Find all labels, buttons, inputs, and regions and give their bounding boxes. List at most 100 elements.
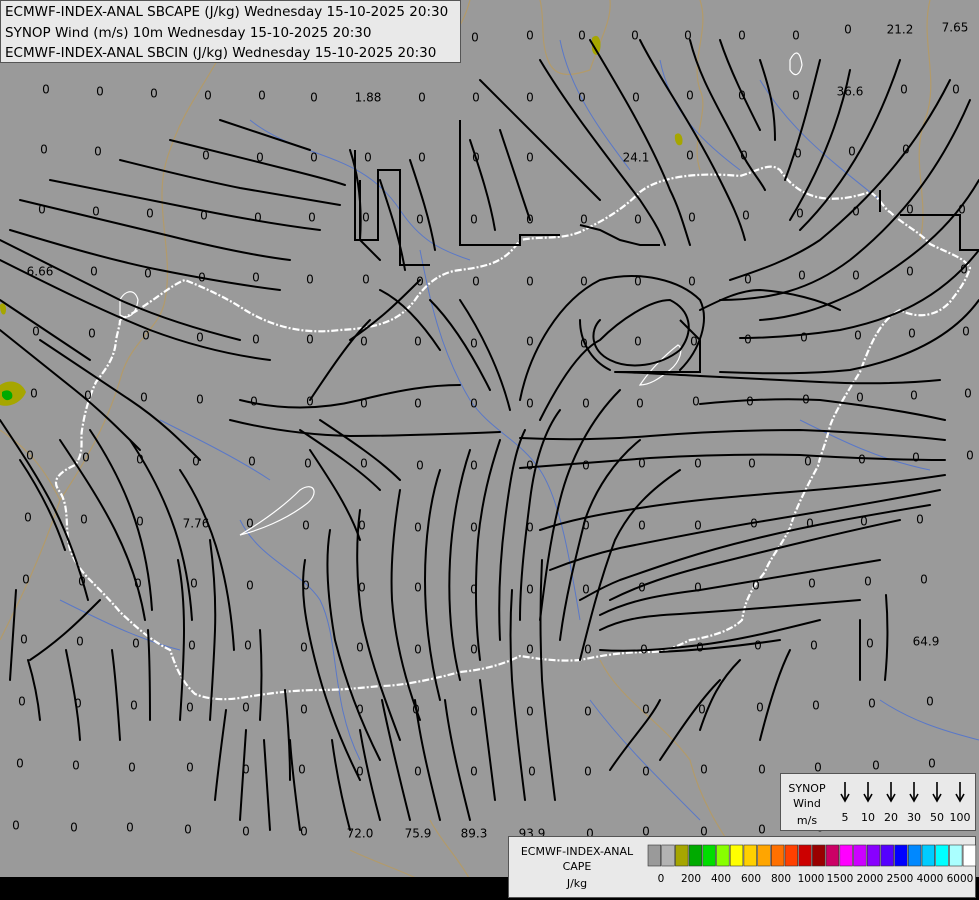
cape-value-label: 0 bbox=[852, 269, 860, 283]
cape-legend-title-3: J/kg bbox=[566, 877, 587, 890]
cape-value-label: 0 bbox=[364, 151, 372, 165]
cape-value-label: 0 bbox=[958, 203, 966, 217]
cape-value-label: 0 bbox=[302, 579, 310, 593]
cape-value-label: 0 bbox=[24, 511, 32, 525]
cape-value-label: 24.1 bbox=[623, 151, 650, 165]
cape-value-label: 0 bbox=[526, 521, 534, 535]
cape-value-label: 0 bbox=[526, 335, 534, 349]
cape-value-label: 0 bbox=[868, 697, 876, 711]
cape-value-label: 0 bbox=[756, 701, 764, 715]
cape-value-label: 0 bbox=[631, 29, 639, 43]
cape-value-label: 0 bbox=[128, 761, 136, 775]
map-title-box: ECMWF-INDEX-ANAL SBCAPE (J/kg) Wednesday… bbox=[0, 0, 461, 63]
cape-value-label: 0 bbox=[358, 581, 366, 595]
cape-value-label: 0 bbox=[300, 825, 308, 839]
cape-value-label: 0 bbox=[188, 639, 196, 653]
cape-value-label: 0 bbox=[26, 449, 34, 463]
cape-value-label: 0 bbox=[414, 581, 422, 595]
cape-value-label: 0 bbox=[190, 577, 198, 591]
cape-value-label: 0 bbox=[150, 87, 158, 101]
cape-value-label: 0 bbox=[872, 759, 880, 773]
cape-value-label: 0 bbox=[16, 757, 24, 771]
wind-speed-label: 30 bbox=[907, 811, 921, 824]
cape-color-swatch bbox=[784, 844, 798, 867]
cape-value-label: 0 bbox=[526, 213, 534, 227]
cape-value-label: 0 bbox=[471, 31, 479, 45]
cape-value-label: 0 bbox=[204, 89, 212, 103]
cape-value-label: 0 bbox=[418, 151, 426, 165]
cape-tick-label: 400 bbox=[711, 873, 731, 885]
cape-value-label: 0 bbox=[92, 205, 100, 219]
cape-value-label: 0 bbox=[96, 85, 104, 99]
cape-value-label: 0 bbox=[38, 203, 46, 217]
cape-value-label: 0 bbox=[742, 209, 750, 223]
cape-color-swatch bbox=[949, 844, 963, 867]
cape-value-label: 0 bbox=[470, 337, 478, 351]
cape-value-label: 0 bbox=[360, 335, 368, 349]
cape-value-label: 0 bbox=[806, 517, 814, 531]
cape-value-label: 0 bbox=[202, 149, 210, 163]
cape-value-label: 0 bbox=[800, 331, 808, 345]
cape-value-label: 0 bbox=[90, 265, 98, 279]
cape-value-label: 0 bbox=[302, 519, 310, 533]
cape-value-label: 0 bbox=[692, 395, 700, 409]
cape-value-label: 0 bbox=[802, 393, 810, 407]
cape-value-label: 0 bbox=[578, 29, 586, 43]
cape-color-swatch bbox=[661, 844, 675, 867]
cape-color-legend: ECMWF-INDEX-ANAL CAPE J/kg 0 200 400 600 800… bbox=[508, 836, 977, 898]
cape-value-label: 0 bbox=[22, 573, 30, 587]
cape-value-label: 0 bbox=[184, 823, 192, 837]
cape-value-label: 0 bbox=[754, 639, 762, 653]
cape-value-label: 0 bbox=[74, 697, 82, 711]
cape-value-label: 0 bbox=[242, 825, 250, 839]
cape-value-label: 0 bbox=[638, 457, 646, 471]
cape-value-label: 0 bbox=[70, 821, 78, 835]
cape-value-label: 0 bbox=[926, 695, 934, 709]
cape-value-label: 0 bbox=[580, 337, 588, 351]
cape-color-swatch bbox=[757, 844, 771, 867]
cape-value-label: 0 bbox=[84, 389, 92, 403]
cape-value-label: 0 bbox=[526, 151, 534, 165]
cape-value-label: 0 bbox=[72, 759, 80, 773]
cape-value-label: 0 bbox=[186, 761, 194, 775]
cape-value-label: 0 bbox=[42, 83, 50, 97]
cape-value-label: 21.2 bbox=[887, 23, 914, 37]
cape-color-swatch bbox=[729, 844, 744, 867]
cape-value-label: 0 bbox=[920, 573, 928, 587]
regional-borders bbox=[0, 0, 932, 881]
wind-speed-label: 10 bbox=[861, 811, 875, 824]
cape-value-label: 0 bbox=[136, 515, 144, 529]
cape-value-label: 0 bbox=[186, 701, 194, 715]
cape-color-swatch bbox=[688, 844, 703, 867]
cape-value-label: 0 bbox=[696, 641, 704, 655]
cape-value-label: 0 bbox=[686, 149, 694, 163]
cape-value-label: 0 bbox=[300, 703, 308, 717]
cape-value-label: 0 bbox=[242, 701, 250, 715]
cape-value-label: 0 bbox=[916, 513, 924, 527]
cape-color-swatch bbox=[839, 844, 853, 867]
cape-value-label: 0 bbox=[416, 459, 424, 473]
cape-value-label: 0 bbox=[748, 457, 756, 471]
cape-value-label: 0 bbox=[526, 275, 534, 289]
cape-value-label: 0 bbox=[636, 397, 644, 411]
cape-color-swatch bbox=[894, 844, 908, 867]
cape-value-label: 0 bbox=[526, 29, 534, 43]
cape-value-label: 0 bbox=[416, 275, 424, 289]
cape-value-label: 0 bbox=[130, 699, 138, 713]
cape-tick-label: 2000 bbox=[857, 873, 884, 885]
cape-value-label: 0 bbox=[310, 91, 318, 105]
cape-value-label: 0 bbox=[136, 453, 144, 467]
cape-value-label: 0 bbox=[688, 275, 696, 289]
cape-value-label: 0 bbox=[582, 459, 590, 473]
cape-color-swatch bbox=[770, 844, 785, 867]
cape-value-label: 0 bbox=[142, 329, 150, 343]
cape-value-label: 0 bbox=[414, 335, 422, 349]
cape-value-label: 0 bbox=[794, 147, 802, 161]
synop-legend-arrows: 5 10 20 30 50 100 bbox=[840, 782, 971, 824]
cape-value-label: 0 bbox=[526, 705, 534, 719]
cape-value-label: 0 bbox=[792, 89, 800, 103]
synop-legend-graphic: SYNOP Wind m/s 5 10 20 30 50 100 bbox=[788, 782, 971, 827]
cape-value-label: 0 bbox=[242, 763, 250, 777]
cape-value-label: 0 bbox=[360, 397, 368, 411]
cape-tick-label: 4000 bbox=[917, 873, 944, 885]
